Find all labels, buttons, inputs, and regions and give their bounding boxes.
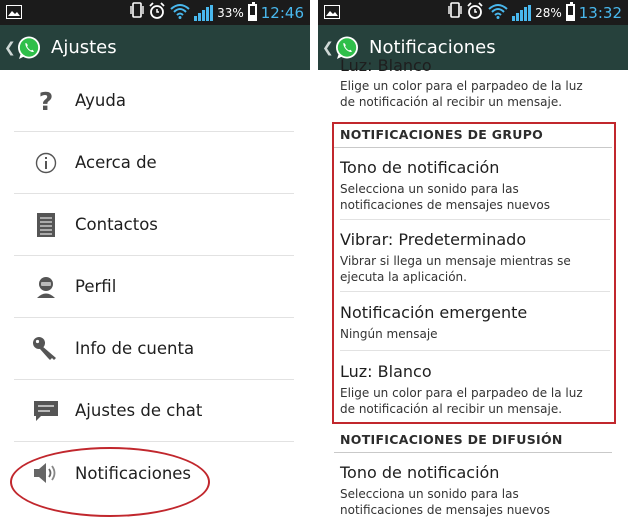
settings-item-label: Acerca de [75, 153, 157, 172]
status-time: 13:32 [578, 3, 622, 22]
key-icon [20, 336, 72, 362]
whatsapp-logo-icon[interactable] [16, 35, 42, 61]
settings-item-label: Ayuda [75, 91, 126, 110]
status-time: 12:46 [260, 3, 304, 22]
section-header-label: NOTIFICACIONES DE DIFUSIÓN [340, 432, 563, 447]
page-title: Ajustes [51, 37, 117, 58]
settings-item-help[interactable]: ? Ayuda [14, 70, 294, 132]
settings-list: ? Ayuda Acerca de Contactos Perfil Info … [0, 70, 310, 517]
screen-divider [310, 0, 318, 517]
battery-icon [247, 2, 257, 21]
wifi-icon [488, 3, 508, 23]
pref-item-light-partial[interactable]: Luz: Blanco Elige un color para el parpa… [340, 56, 610, 110]
pref-title: Luz: Blanco [340, 56, 432, 75]
settings-item-contacts[interactable]: Contactos [14, 194, 294, 256]
action-bar: ❮ Ajustes [0, 25, 310, 70]
pref-summary: notificaciones de mensajes nuevos [340, 502, 550, 517]
highlight-ellipse [10, 447, 210, 517]
notification-prefs-list: Luz: Blanco Elige un color para el parpa… [318, 56, 628, 517]
status-bar: 28% 13:32 [318, 0, 628, 25]
settings-screen: 33% 12:46 ❮ Ajustes ? Ayuda Acerca de Co… [0, 0, 310, 517]
settings-item-label: Perfil [75, 277, 117, 296]
pref-summary: de notificación al recibir un mensaje. [340, 94, 563, 109]
signal-icon [512, 4, 532, 21]
phone-vibrate-icon [448, 1, 462, 24]
svg-text:?: ? [39, 88, 54, 114]
section-header-broadcast: NOTIFICACIONES DE DIFUSIÓN [340, 432, 612, 447]
pref-item-broadcast-tone[interactable]: Tono de notificación Selecciona un sonid… [340, 463, 610, 517]
divider [334, 452, 612, 453]
settings-item-about[interactable]: Acerca de [14, 132, 294, 194]
battery-icon [565, 2, 575, 21]
pref-summary: Selecciona un sonido para las [340, 487, 519, 501]
contacts-icon [20, 212, 72, 238]
phone-vibrate-icon [130, 1, 144, 24]
gallery-icon [324, 4, 340, 23]
settings-item-profile[interactable]: Perfil [14, 256, 294, 318]
pref-summary: Elige un color para el parpadeo de la lu… [340, 79, 583, 93]
battery-percent: 28% [535, 5, 562, 20]
signal-icon [194, 4, 214, 21]
alarm-icon [466, 1, 484, 24]
page-title: Notificaciones [369, 37, 496, 58]
back-arrow-icon[interactable]: ❮ [4, 40, 16, 56]
settings-item-chat[interactable]: Ajustes de chat [14, 380, 294, 442]
battery-percent: 33% [217, 5, 244, 20]
settings-item-label: Contactos [75, 215, 158, 234]
info-icon [20, 151, 72, 175]
chat-icon [20, 400, 72, 422]
notifications-screen: 28% 13:32 ❮ Notificaciones Luz: Blanco E… [318, 0, 628, 517]
settings-item-account[interactable]: Info de cuenta [14, 318, 294, 380]
settings-item-label: Info de cuenta [75, 339, 195, 358]
profile-icon [20, 275, 72, 299]
highlight-box [332, 122, 616, 424]
settings-item-label: Ajustes de chat [75, 401, 203, 420]
status-bar: 33% 12:46 [0, 0, 310, 25]
gallery-icon [6, 4, 22, 23]
help-icon: ? [20, 88, 72, 114]
alarm-icon [148, 1, 166, 24]
pref-title: Tono de notificación [340, 463, 500, 482]
back-arrow-icon[interactable]: ❮ [322, 40, 334, 56]
wifi-icon [170, 3, 190, 23]
